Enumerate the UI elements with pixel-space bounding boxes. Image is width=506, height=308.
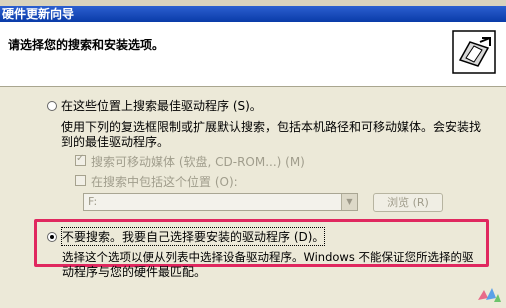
location-combobox[interactable]: F: ▼ [83,193,358,211]
page-title: 请选择您的搜索和安装选项。 [8,38,165,52]
dont-search-label: 不要搜索。我要自己选择要安装的驱动程序 (D)。 [60,227,326,246]
hardware-wizard-icon [452,30,496,74]
location-value: F: [88,195,98,208]
dont-search-description-line2: 动程序与您的硬件最匹配。 [62,265,207,279]
include-location-checkbox[interactable] [75,175,86,186]
search-radio[interactable] [47,101,57,111]
chevron-down-icon[interactable]: ▼ [341,194,357,210]
window-title: 硬件更新向导 [2,7,75,21]
wizard-header: 请选择您的搜索和安装选项。 [0,22,506,87]
search-description-line2: 到的最佳驱动程序。 [61,135,170,149]
browse-button[interactable]: 浏览 (R) [373,193,443,212]
search-removable-checkbox[interactable] [75,153,86,166]
dont-search-radio[interactable] [47,232,57,242]
watermark-logo-icon [478,288,501,302]
search-option-label: 在这些位置上搜索最佳驱动程序 (S)。 [61,99,262,113]
window-title-bar: 硬件更新向导 [0,6,506,22]
include-location-label: 在搜索中包括这个位置 (O): [91,175,238,189]
search-removable-label: 搜索可移动媒体 (软盘, CD-ROM...) (M) [91,155,305,169]
